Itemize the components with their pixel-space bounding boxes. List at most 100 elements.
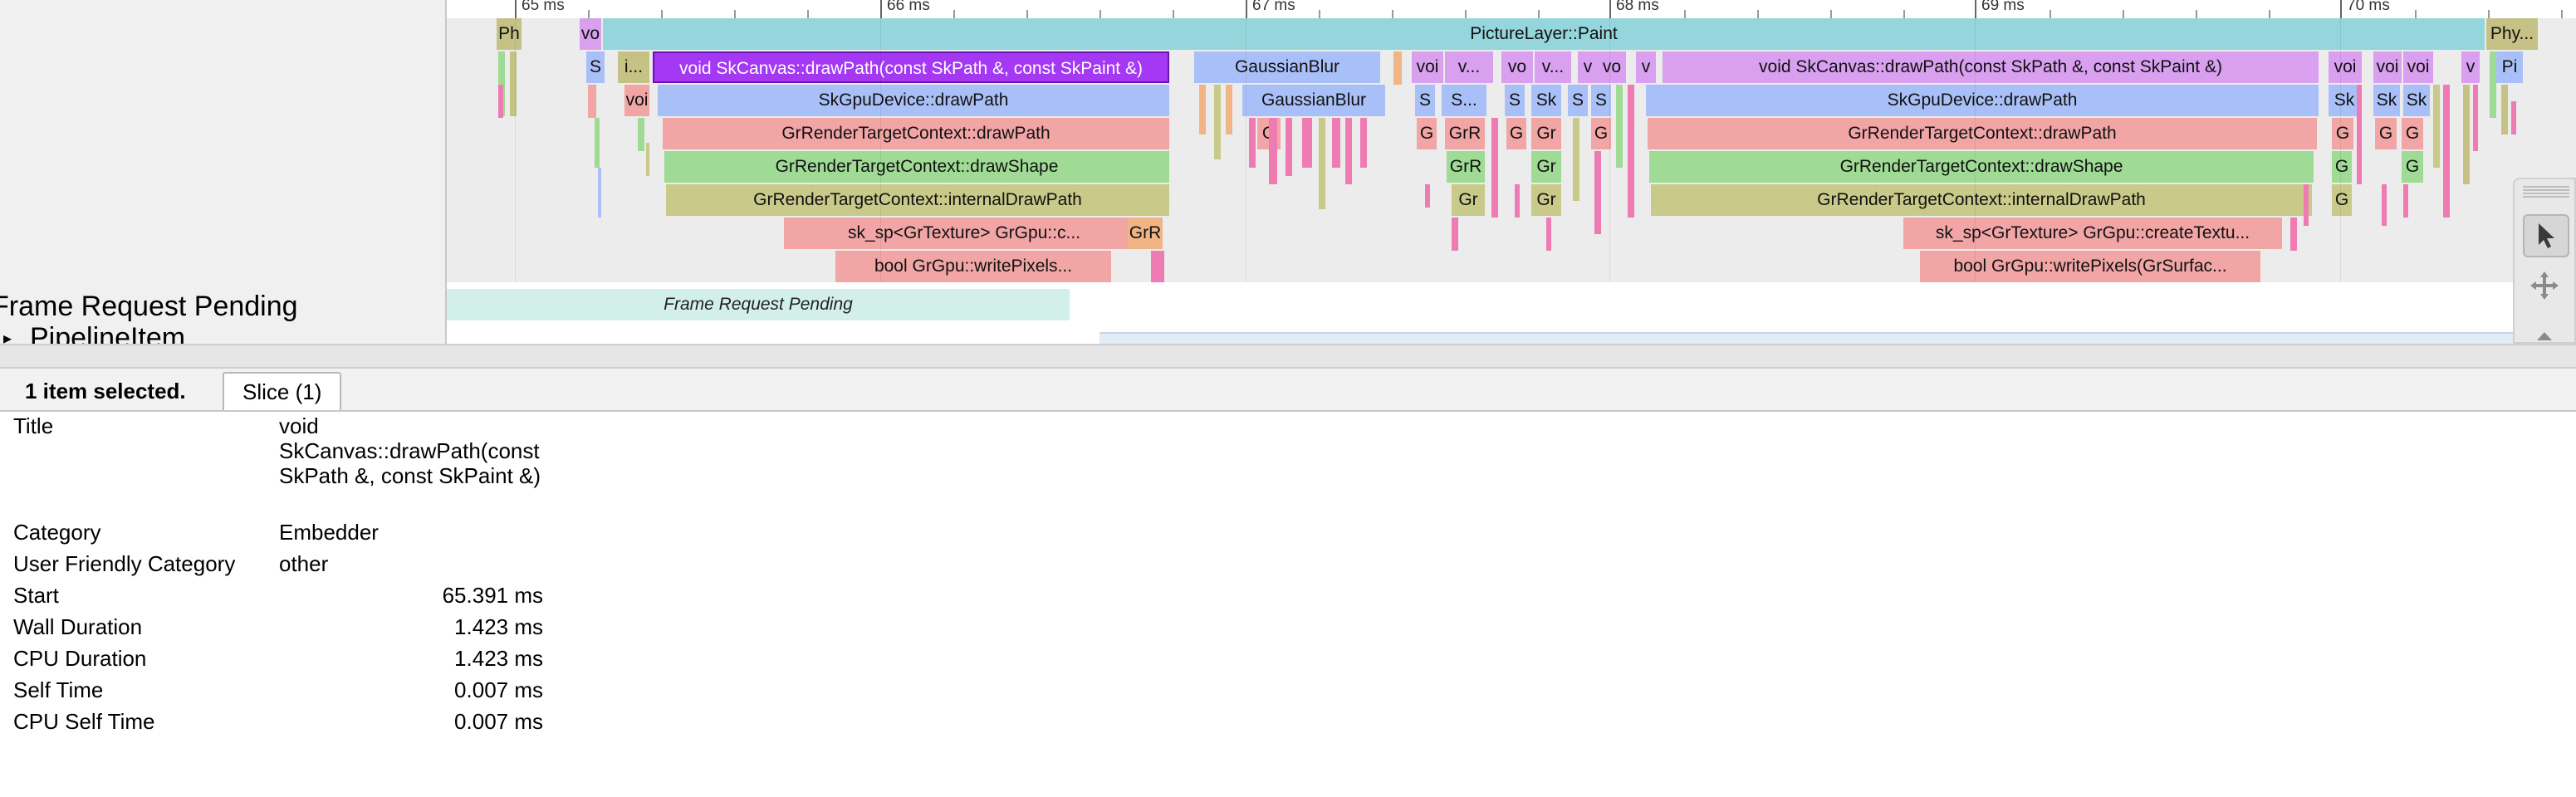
slice[interactable]: sk_sp<GrTexture> GrGpu::createTextu... <box>1903 218 2282 249</box>
sliver-slice[interactable] <box>2433 85 2440 168</box>
track-label-pipeline-item[interactable]: PipelineItem <box>30 322 185 344</box>
sliver-slice[interactable] <box>1226 85 1232 134</box>
slice[interactable]: v... <box>1445 51 1493 83</box>
sliver-slice[interactable] <box>2511 101 2516 134</box>
select-tool-button[interactable] <box>2523 214 2569 257</box>
sliver-slice[interactable] <box>588 85 596 118</box>
slice[interactable]: vo <box>580 18 601 50</box>
pipeline-item-track[interactable] <box>447 329 2576 344</box>
sliver-slice[interactable] <box>1425 184 1430 208</box>
sliver-slice[interactable] <box>2490 51 2496 118</box>
slice[interactable]: Gr <box>1531 151 1561 183</box>
sliver-slice[interactable] <box>1491 118 1498 218</box>
pipeline-item-slice[interactable] <box>1099 332 2576 344</box>
slice[interactable]: S <box>1568 85 1588 116</box>
slice[interactable]: G <box>2332 118 2353 149</box>
sliver-slice[interactable] <box>1199 85 1206 134</box>
slice[interactable]: vo <box>1598 51 1626 83</box>
sliver-slice[interactable] <box>2473 85 2478 151</box>
sliver-slice[interactable] <box>1616 85 1623 168</box>
tab-slice[interactable]: Slice (1) <box>223 372 342 410</box>
sliver-slice[interactable] <box>595 118 600 168</box>
slice[interactable]: GrRenderTargetContext::internalDrawPath <box>666 184 1169 216</box>
sliver-slice[interactable] <box>638 118 644 151</box>
sliver-slice[interactable] <box>2463 85 2470 184</box>
sliver-slice[interactable] <box>1249 118 1256 168</box>
sliver-slice[interactable] <box>2443 85 2450 218</box>
slice[interactable]: Sk <box>1531 85 1561 116</box>
slice[interactable]: SkGpuDevice::drawPath <box>658 85 1169 116</box>
slice[interactable]: GrRenderTargetContext::drawShape <box>664 151 1169 183</box>
sliver-slice[interactable] <box>2304 184 2309 226</box>
slice[interactable]: voi <box>1412 51 1443 83</box>
slice[interactable]: G <box>2332 151 2352 183</box>
sliver-slice[interactable] <box>1319 118 1325 209</box>
slice[interactable]: voi <box>624 85 649 116</box>
sliver-slice[interactable] <box>646 143 649 176</box>
slice[interactable]: G <box>1591 118 1611 149</box>
sliver-slice[interactable] <box>1452 218 1458 251</box>
pan-tool-button[interactable] <box>2523 266 2566 306</box>
sliver-slice[interactable] <box>1546 218 1551 251</box>
slice[interactable]: G <box>2402 118 2423 149</box>
slice[interactable]: Phy... <box>2486 18 2538 50</box>
slice[interactable]: voi <box>2403 51 2433 83</box>
slice[interactable]: sk_sp<GrTexture> GrGpu::c... <box>784 218 1144 249</box>
slice[interactable]: Gr <box>1531 118 1561 149</box>
slice[interactable]: bool GrGpu::writePixels(GrSurfac... <box>1920 251 2260 282</box>
slice[interactable]: G <box>1417 118 1437 149</box>
slice[interactable]: Ph <box>497 18 522 50</box>
slice[interactable]: S <box>1415 85 1435 116</box>
sliver-slice[interactable] <box>1594 151 1601 234</box>
sliver-slice[interactable] <box>1214 85 1221 159</box>
slice[interactable]: Sk <box>2329 85 2360 116</box>
sliver-slice[interactable] <box>1360 118 1367 168</box>
sliver-slice[interactable] <box>1302 118 1312 168</box>
slice[interactable]: GrRenderTargetContext::drawShape <box>1649 151 2314 183</box>
sliver-slice[interactable] <box>1345 118 1352 184</box>
zoom-tool-button[interactable] <box>2523 319 2566 344</box>
slice[interactable]: S <box>586 51 605 83</box>
slice[interactable]: v <box>1578 51 1598 83</box>
slice[interactable]: Gr <box>1452 184 1485 216</box>
slice[interactable]: void SkCanvas::drawPath(const SkPath &, … <box>1663 51 2319 83</box>
sliver-slice[interactable] <box>598 168 601 218</box>
palette-drag-handle[interactable] <box>2523 186 2569 198</box>
slice[interactable]: G <box>1506 118 1526 149</box>
sliver-slice[interactable] <box>2357 85 2362 184</box>
slice[interactable]: GrRenderTargetContext::internalDrawPath <box>1651 184 2312 216</box>
slice[interactable]: GrR <box>1447 151 1485 183</box>
sliver-slice[interactable] <box>2403 184 2408 218</box>
slice[interactable]: SkGpuDevice::drawPath <box>1646 85 2319 116</box>
slice[interactable]: S <box>1505 85 1525 116</box>
sliver-slice[interactable] <box>1393 51 1402 85</box>
expand-arrow-icon[interactable]: ▸ <box>3 324 12 344</box>
slice[interactable]: v... <box>1535 51 1571 83</box>
slice[interactable]: G <box>2332 184 2352 216</box>
slice[interactable]: Sk <box>2403 85 2430 116</box>
panel-resize-divider[interactable] <box>0 344 2576 369</box>
sliver-slice[interactable] <box>1269 118 1277 184</box>
sliver-slice[interactable] <box>1628 85 1634 218</box>
sliver-slice[interactable] <box>2382 184 2387 226</box>
time-ruler[interactable]: 65 ms 66 ms 67 ms 68 ms 69 ms 70 ms <box>447 0 2576 20</box>
sliver-slice[interactable] <box>498 85 503 118</box>
slice[interactable]: GaussianBlur <box>1242 85 1385 116</box>
timeline-view[interactable]: Frame Request Pending ▸ PipelineItem 65 … <box>0 0 2576 344</box>
slice[interactable]: Pi <box>2496 51 2523 83</box>
slice[interactable]: G <box>2375 118 2397 149</box>
mouse-mode-palette[interactable] <box>2513 178 2576 344</box>
slice[interactable]: Gr <box>1531 184 1561 216</box>
sliver-slice[interactable] <box>1332 118 1340 168</box>
slice[interactable]: GrRenderTargetContext::drawPath <box>663 118 1169 149</box>
slice-selected-draw-path[interactable]: void SkCanvas::drawPath(const SkPath &, … <box>653 51 1169 83</box>
sliver-slice[interactable] <box>2290 218 2297 251</box>
slice[interactable]: S... <box>1442 85 1486 116</box>
sliver-slice[interactable] <box>2501 85 2508 134</box>
slice-picture-layer-paint[interactable]: PictureLayer::Paint <box>603 18 2485 50</box>
slice[interactable]: voi <box>2373 51 2402 83</box>
sliver-slice[interactable] <box>1573 118 1579 201</box>
slice[interactable]: voi <box>2329 51 2362 83</box>
sliver-slice[interactable] <box>1515 184 1520 218</box>
slice[interactable]: GrRenderTargetContext::drawPath <box>1648 118 2317 149</box>
